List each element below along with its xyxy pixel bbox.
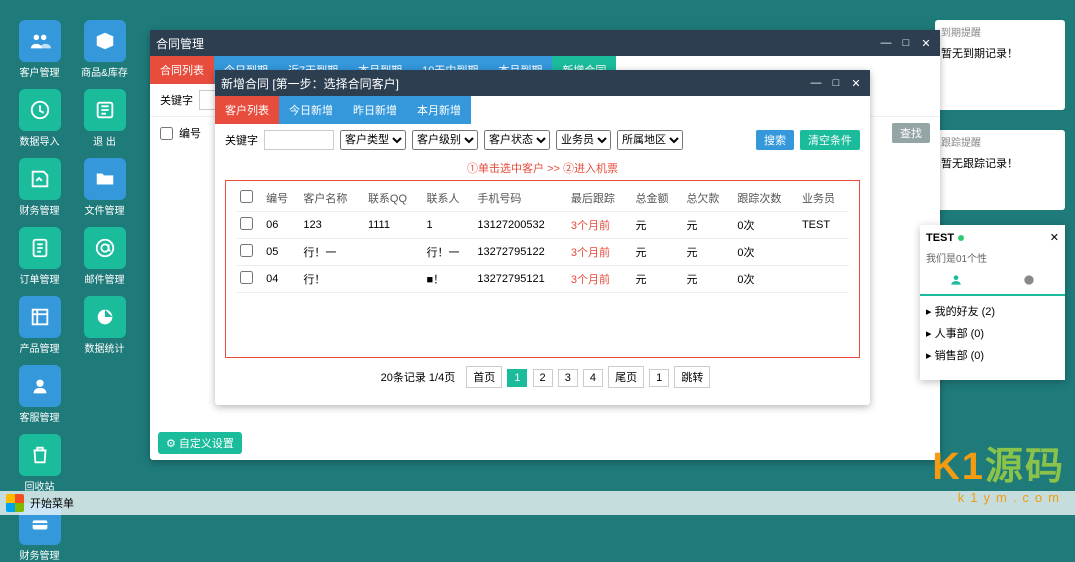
rp1-body: 暂无到期记录！ — [941, 45, 1059, 61]
desktop-icon-grid: 客户管理 商品&库存 数据导入 退 出 财务管理 文件管理 订单管理 邮件管理 … — [12, 20, 132, 562]
w2-titlebar[interactable]: 新增合同 [第一步：选择合同客户] — □ ✕ — [215, 70, 870, 96]
pager-goto[interactable]: 1 — [649, 369, 669, 387]
row-check[interactable] — [240, 217, 253, 230]
pager: 20条记录 1/4页 首页 1 2 3 4 尾页 1 跳转 — [215, 358, 870, 396]
filter-type[interactable]: 客户类型 — [340, 130, 406, 150]
w2-title: 新增合同 [第一步：选择合同客户] — [221, 75, 399, 92]
start-icon[interactable] — [6, 494, 24, 512]
minimize-icon[interactable]: — — [808, 75, 824, 91]
tab-yest-new[interactable]: 昨日新增 — [343, 96, 407, 124]
w1-search-btn[interactable]: 查找 — [892, 123, 930, 143]
close-icon[interactable]: ✕ — [1050, 231, 1059, 244]
table-row[interactable]: 061231111113127200532 3个月前元元0次TEST — [236, 212, 849, 239]
table-row[interactable]: 04行！■！13272795121 3个月前元元0次 — [236, 266, 849, 293]
desktop-icon-trash[interactable]: 回收站 — [12, 434, 67, 493]
rp1-title: 到期提醒 — [941, 24, 1059, 39]
online-dot-icon — [958, 235, 964, 241]
maximize-icon[interactable]: □ — [828, 75, 844, 91]
custom-settings-btn[interactable]: ⚙ 自定义设置 — [158, 432, 242, 454]
list-item[interactable]: ▸ 我的好友 (2) — [926, 300, 1059, 322]
chat-tabs — [920, 269, 1065, 296]
w1-search-label: 关键字 — [160, 92, 193, 108]
desktop-icon-customer[interactable]: 客户管理 — [12, 20, 67, 79]
chat-sub: 我们是01个性 — [920, 250, 1065, 269]
pager-p4[interactable]: 4 — [583, 369, 603, 387]
w1-title: 合同管理 — [156, 35, 204, 52]
pager-jump[interactable]: 跳转 — [674, 366, 710, 388]
chat-window: TEST ✕ 我们是01个性 ▸ 我的好友 (2) ▸ 人事部 (0) ▸ 销售… — [920, 225, 1065, 380]
w1-col-no: 编号 — [179, 125, 201, 141]
table-row[interactable]: 05行！一行！一13272795122 3个月前元元0次 — [236, 239, 849, 266]
desktop-icon-order[interactable]: 订单管理 — [12, 227, 67, 286]
filter-status[interactable]: 客户状态 — [484, 130, 550, 150]
pager-p3[interactable]: 3 — [558, 369, 578, 387]
groups-tab[interactable] — [993, 269, 1066, 294]
due-reminder-panel: 到期提醒 暂无到期记录！ — [935, 20, 1065, 110]
w2-searchrow: 关键字 客户类型 客户级别 客户状态 业务员 所属地区 搜索 清空条件 — [215, 124, 870, 156]
w1-titlebar[interactable]: 合同管理 — □ ✕ — [150, 30, 940, 56]
maximize-icon[interactable]: □ — [898, 35, 914, 51]
list-item[interactable]: ▸ 人事部 (0) — [926, 322, 1059, 344]
desktop-icon-product[interactable]: 商品&库存 — [77, 20, 132, 79]
pager-p2[interactable]: 2 — [533, 369, 553, 387]
tab-cust-list[interactable]: 客户列表 — [215, 96, 279, 124]
close-icon[interactable]: ✕ — [848, 75, 864, 91]
window-new-contract: 新增合同 [第一步：选择合同客户] — □ ✕ 客户列表 今日新增 昨日新增 本… — [215, 70, 870, 405]
filter-level[interactable]: 客户级别 — [412, 130, 478, 150]
tab-month-new[interactable]: 本月新增 — [407, 96, 471, 124]
watermark-logo: K1源码 k1ym.com — [932, 435, 1065, 505]
logo-url: k1ym.com — [932, 490, 1065, 505]
step-hint: ①单击选中客户 >> ②进入机票 — [215, 156, 870, 180]
desktop-icon-mail[interactable]: 邮件管理 — [77, 227, 132, 286]
chat-name: TEST — [926, 232, 954, 244]
row-check[interactable] — [240, 244, 253, 257]
tab-contract-list[interactable]: 合同列表 — [150, 56, 214, 84]
filter-sales[interactable]: 业务员 — [556, 130, 611, 150]
w1-checkall[interactable] — [160, 127, 173, 140]
chat-header[interactable]: TEST ✕ — [920, 225, 1065, 250]
desktop-icon-import[interactable]: 数据导入 — [12, 89, 67, 148]
contact-list: ▸ 我的好友 (2) ▸ 人事部 (0) ▸ 销售部 (0) — [920, 296, 1065, 370]
desktop-icon-finance[interactable]: 财务管理 — [12, 158, 67, 217]
w2-tabs: 客户列表 今日新增 昨日新增 本月新增 — [215, 96, 870, 124]
pager-first[interactable]: 首页 — [466, 366, 502, 388]
desktop-icon-file[interactable]: 文件管理 — [77, 158, 132, 217]
pager-p1[interactable]: 1 — [507, 369, 527, 387]
filter-region[interactable]: 所属地区 — [617, 130, 683, 150]
table-header-row: 编号 客户名称 联系QQ 联系人 手机号码 最后跟踪 总金额 总欠款 跟踪次数 … — [236, 185, 849, 212]
w2-search-label: 关键字 — [225, 132, 258, 148]
checkall[interactable] — [240, 190, 253, 203]
clear-btn[interactable]: 清空条件 — [800, 130, 860, 150]
row-check[interactable] — [240, 271, 253, 284]
taskbar[interactable]: 开始菜单 — [0, 491, 1075, 515]
pager-info: 20条记录 1/4页 — [375, 367, 462, 387]
rp2-title: 跟踪提醒 — [941, 134, 1059, 149]
desktop-icon-stats[interactable]: 数据统计 — [77, 296, 132, 355]
desktop-icon-exit[interactable]: 退 出 — [77, 89, 132, 148]
pager-last[interactable]: 尾页 — [608, 366, 644, 388]
rp2-body: 暂无跟踪记录！ — [941, 155, 1059, 171]
desktop-icon-service[interactable]: 客服管理 — [12, 365, 67, 424]
tab-today-new[interactable]: 今日新增 — [279, 96, 343, 124]
minimize-icon[interactable]: — — [878, 35, 894, 51]
close-icon[interactable]: ✕ — [918, 35, 934, 51]
customer-table-box: 编号 客户名称 联系QQ 联系人 手机号码 最后跟踪 总金额 总欠款 跟踪次数 … — [225, 180, 860, 358]
start-label[interactable]: 开始菜单 — [30, 495, 74, 511]
contacts-tab[interactable] — [920, 269, 993, 294]
w2-search-input[interactable] — [264, 130, 334, 150]
search-btn[interactable]: 搜索 — [756, 130, 794, 150]
list-item[interactable]: ▸ 销售部 (0) — [926, 344, 1059, 366]
customer-table: 编号 客户名称 联系QQ 联系人 手机号码 最后跟踪 总金额 总欠款 跟踪次数 … — [236, 185, 849, 293]
track-reminder-panel: 跟踪提醒 暂无跟踪记录！ — [935, 130, 1065, 210]
desktop-icon-products[interactable]: 产品管理 — [12, 296, 67, 355]
